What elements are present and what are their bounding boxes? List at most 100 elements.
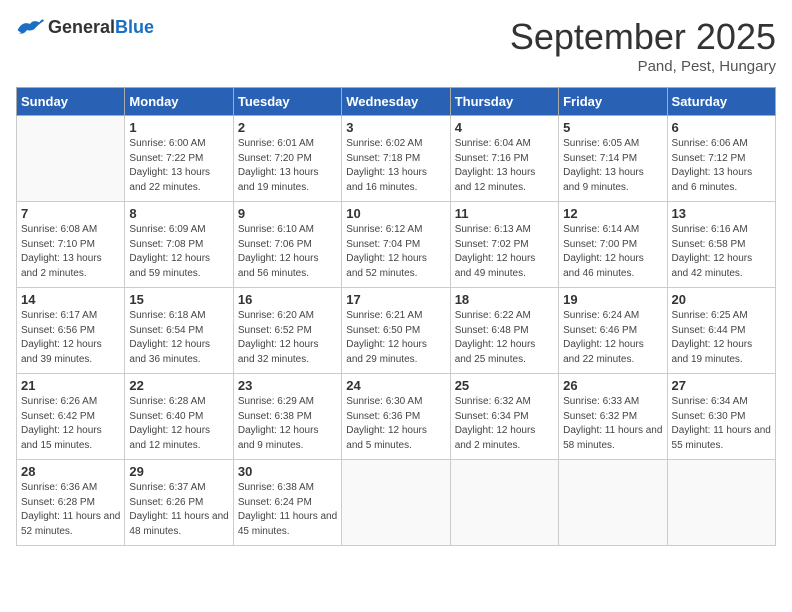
month-title: September 2025	[510, 16, 776, 58]
calendar-cell: 8Sunrise: 6:09 AMSunset: 7:08 PMDaylight…	[125, 202, 233, 288]
day-number: 20	[672, 292, 771, 307]
day-detail: Sunrise: 6:21 AMSunset: 6:50 PMDaylight:…	[346, 309, 445, 367]
title-block: September 2025 Pand, Pest, Hungary	[510, 16, 776, 75]
calendar-cell: 25 Sunrise: 6:32 AMSunset: 6:34 PMDayligh…	[450, 374, 558, 460]
weekday-header-thursday: Thursday	[450, 88, 558, 116]
calendar-cell: 5Sunrise: 6:05 AMSunset: 7:14 PMDaylight…	[559, 116, 667, 202]
location: Pand, Pest, Hungary	[510, 58, 776, 75]
day-number: 23	[238, 378, 337, 393]
weekday-header-tuesday: Tuesday	[233, 88, 341, 116]
calendar-cell: 24 Sunrise: 6:30 AMSunset: 6:36 PMDayligh…	[342, 374, 450, 460]
logo: GeneralBlue	[16, 16, 154, 38]
day-detail: Sunrise: 6:29 AMSunset: 6:38 PMDaylight:…	[238, 395, 337, 453]
calendar-week-3: 14Sunrise: 6:17 AMSunset: 6:56 PMDayligh…	[17, 288, 776, 374]
day-number: 9	[238, 206, 337, 221]
day-detail: Sunrise: 6:02 AMSunset: 7:18 PMDaylight:…	[346, 137, 445, 195]
day-number: 13	[672, 206, 771, 221]
calendar-cell: 1Sunrise: 6:00 AMSunset: 7:22 PMDaylight…	[125, 116, 233, 202]
day-number: 26	[563, 378, 662, 393]
calendar-cell: 18 Sunrise: 6:22 AMSunset: 6:48 PMDayligh…	[450, 288, 558, 374]
calendar-cell: 3Sunrise: 6:02 AMSunset: 7:18 PMDaylight…	[342, 116, 450, 202]
day-number: 10	[346, 206, 445, 221]
day-detail: Sunrise: 6:26 AMSunset: 6:42 PMDaylight:…	[21, 395, 120, 453]
day-number: 27	[672, 378, 771, 393]
day-detail: Sunrise: 6:17 AMSunset: 6:56 PMDaylight:…	[21, 309, 120, 367]
calendar-cell: 14Sunrise: 6:17 AMSunset: 6:56 PMDayligh…	[17, 288, 125, 374]
logo-text-blue: Blue	[115, 17, 154, 37]
day-detail: Sunrise: 6:12 AMSunset: 7:04 PMDaylight:…	[346, 223, 445, 281]
calendar-cell: 22 Sunrise: 6:28 AMSunset: 6:40 PMDayligh…	[125, 374, 233, 460]
weekday-header-wednesday: Wednesday	[342, 88, 450, 116]
day-detail: Sunrise: 6:06 AMSunset: 7:12 PMDaylight:…	[672, 137, 771, 195]
day-detail: Sunrise: 6:25 AMSunset: 6:44 PMDaylight:…	[672, 309, 771, 367]
calendar-week-2: 7 Sunrise: 6:08 AMSunset: 7:10 PMDaylight…	[17, 202, 776, 288]
calendar-cell: 17 Sunrise: 6:21 AMSunset: 6:50 PMDayligh…	[342, 288, 450, 374]
day-number: 24	[346, 378, 445, 393]
calendar-header: SundayMondayTuesdayWednesdayThursdayFrid…	[17, 88, 776, 116]
calendar-cell: 27 Sunrise: 6:34 AMSunset: 6:30 PMDayligh…	[667, 374, 775, 460]
day-number: 17	[346, 292, 445, 307]
day-detail: Sunrise: 6:08 AMSunset: 7:10 PMDaylight:…	[21, 223, 120, 281]
calendar-cell: 10 Sunrise: 6:12 AMSunset: 7:04 PMDayligh…	[342, 202, 450, 288]
calendar-cell	[667, 460, 775, 546]
calendar-cell: 2Sunrise: 6:01 AMSunset: 7:20 PMDaylight…	[233, 116, 341, 202]
calendar-cell: 15 Sunrise: 6:18 AMSunset: 6:54 PMDayligh…	[125, 288, 233, 374]
day-detail: Sunrise: 6:30 AMSunset: 6:36 PMDaylight:…	[346, 395, 445, 453]
calendar-cell: 12Sunrise: 6:14 AMSunset: 7:00 PMDayligh…	[559, 202, 667, 288]
day-detail: Sunrise: 6:32 AMSunset: 6:34 PMDaylight:…	[455, 395, 554, 453]
day-detail: Sunrise: 6:33 AMSunset: 6:32 PMDaylight:…	[563, 395, 662, 453]
weekday-header-monday: Monday	[125, 88, 233, 116]
calendar-cell: 23 Sunrise: 6:29 AMSunset: 6:38 PMDayligh…	[233, 374, 341, 460]
day-number: 4	[455, 120, 554, 135]
calendar-cell	[450, 460, 558, 546]
calendar-cell	[17, 116, 125, 202]
calendar-cell	[342, 460, 450, 546]
day-detail: Sunrise: 6:04 AMSunset: 7:16 PMDaylight:…	[455, 137, 554, 195]
day-detail: Sunrise: 6:16 AMSunset: 6:58 PMDaylight:…	[672, 223, 771, 281]
weekday-header-saturday: Saturday	[667, 88, 775, 116]
calendar-week-1: 1Sunrise: 6:00 AMSunset: 7:22 PMDaylight…	[17, 116, 776, 202]
logo-text-general: General	[48, 17, 115, 37]
day-number: 28	[21, 464, 120, 479]
calendar-cell: 26 Sunrise: 6:33 AMSunset: 6:32 PMDayligh…	[559, 374, 667, 460]
day-detail: Sunrise: 6:14 AMSunset: 7:00 PMDaylight:…	[563, 223, 662, 281]
day-detail: Sunrise: 6:18 AMSunset: 6:54 PMDaylight:…	[129, 309, 228, 367]
calendar-cell: 29Sunrise: 6:37 AMSunset: 6:26 PMDayligh…	[125, 460, 233, 546]
day-number: 19	[563, 292, 662, 307]
day-detail: Sunrise: 6:20 AMSunset: 6:52 PMDaylight:…	[238, 309, 337, 367]
day-detail: Sunrise: 6:00 AMSunset: 7:22 PMDaylight:…	[129, 137, 228, 195]
day-number: 21	[21, 378, 120, 393]
calendar-cell: 16 Sunrise: 6:20 AMSunset: 6:52 PMDayligh…	[233, 288, 341, 374]
day-number: 5	[563, 120, 662, 135]
calendar-cell: 19Sunrise: 6:24 AMSunset: 6:46 PMDayligh…	[559, 288, 667, 374]
weekday-header-sunday: Sunday	[17, 88, 125, 116]
calendar-cell: 21 Sunrise: 6:26 AMSunset: 6:42 PMDayligh…	[17, 374, 125, 460]
calendar-table: SundayMondayTuesdayWednesdayThursdayFrid…	[16, 87, 776, 546]
day-number: 30	[238, 464, 337, 479]
day-detail: Sunrise: 6:28 AMSunset: 6:40 PMDaylight:…	[129, 395, 228, 453]
day-number: 7	[21, 206, 120, 221]
logo-bird-icon	[16, 16, 44, 38]
weekday-header-friday: Friday	[559, 88, 667, 116]
day-number: 25	[455, 378, 554, 393]
day-number: 22	[129, 378, 228, 393]
day-detail: Sunrise: 6:09 AMSunset: 7:08 PMDaylight:…	[129, 223, 228, 281]
day-detail: Sunrise: 6:22 AMSunset: 6:48 PMDaylight:…	[455, 309, 554, 367]
calendar-cell: 20 Sunrise: 6:25 AMSunset: 6:44 PMDayligh…	[667, 288, 775, 374]
calendar-week-4: 21 Sunrise: 6:26 AMSunset: 6:42 PMDayligh…	[17, 374, 776, 460]
day-number: 18	[455, 292, 554, 307]
calendar-body: 1Sunrise: 6:00 AMSunset: 7:22 PMDaylight…	[17, 116, 776, 546]
day-detail: Sunrise: 6:37 AMSunset: 6:26 PMDaylight:…	[129, 481, 228, 539]
day-number: 6	[672, 120, 771, 135]
calendar-cell: 4 Sunrise: 6:04 AMSunset: 7:16 PMDaylight…	[450, 116, 558, 202]
calendar-cell: 7 Sunrise: 6:08 AMSunset: 7:10 PMDaylight…	[17, 202, 125, 288]
day-detail: Sunrise: 6:10 AMSunset: 7:06 PMDaylight:…	[238, 223, 337, 281]
calendar-cell: 11Sunrise: 6:13 AMSunset: 7:02 PMDayligh…	[450, 202, 558, 288]
calendar-cell: 28Sunrise: 6:36 AMSunset: 6:28 PMDayligh…	[17, 460, 125, 546]
day-number: 11	[455, 206, 554, 221]
day-number: 16	[238, 292, 337, 307]
day-number: 15	[129, 292, 228, 307]
calendar-cell: 6 Sunrise: 6:06 AMSunset: 7:12 PMDaylight…	[667, 116, 775, 202]
day-detail: Sunrise: 6:34 AMSunset: 6:30 PMDaylight:…	[672, 395, 771, 453]
calendar-cell: 13 Sunrise: 6:16 AMSunset: 6:58 PMDayligh…	[667, 202, 775, 288]
